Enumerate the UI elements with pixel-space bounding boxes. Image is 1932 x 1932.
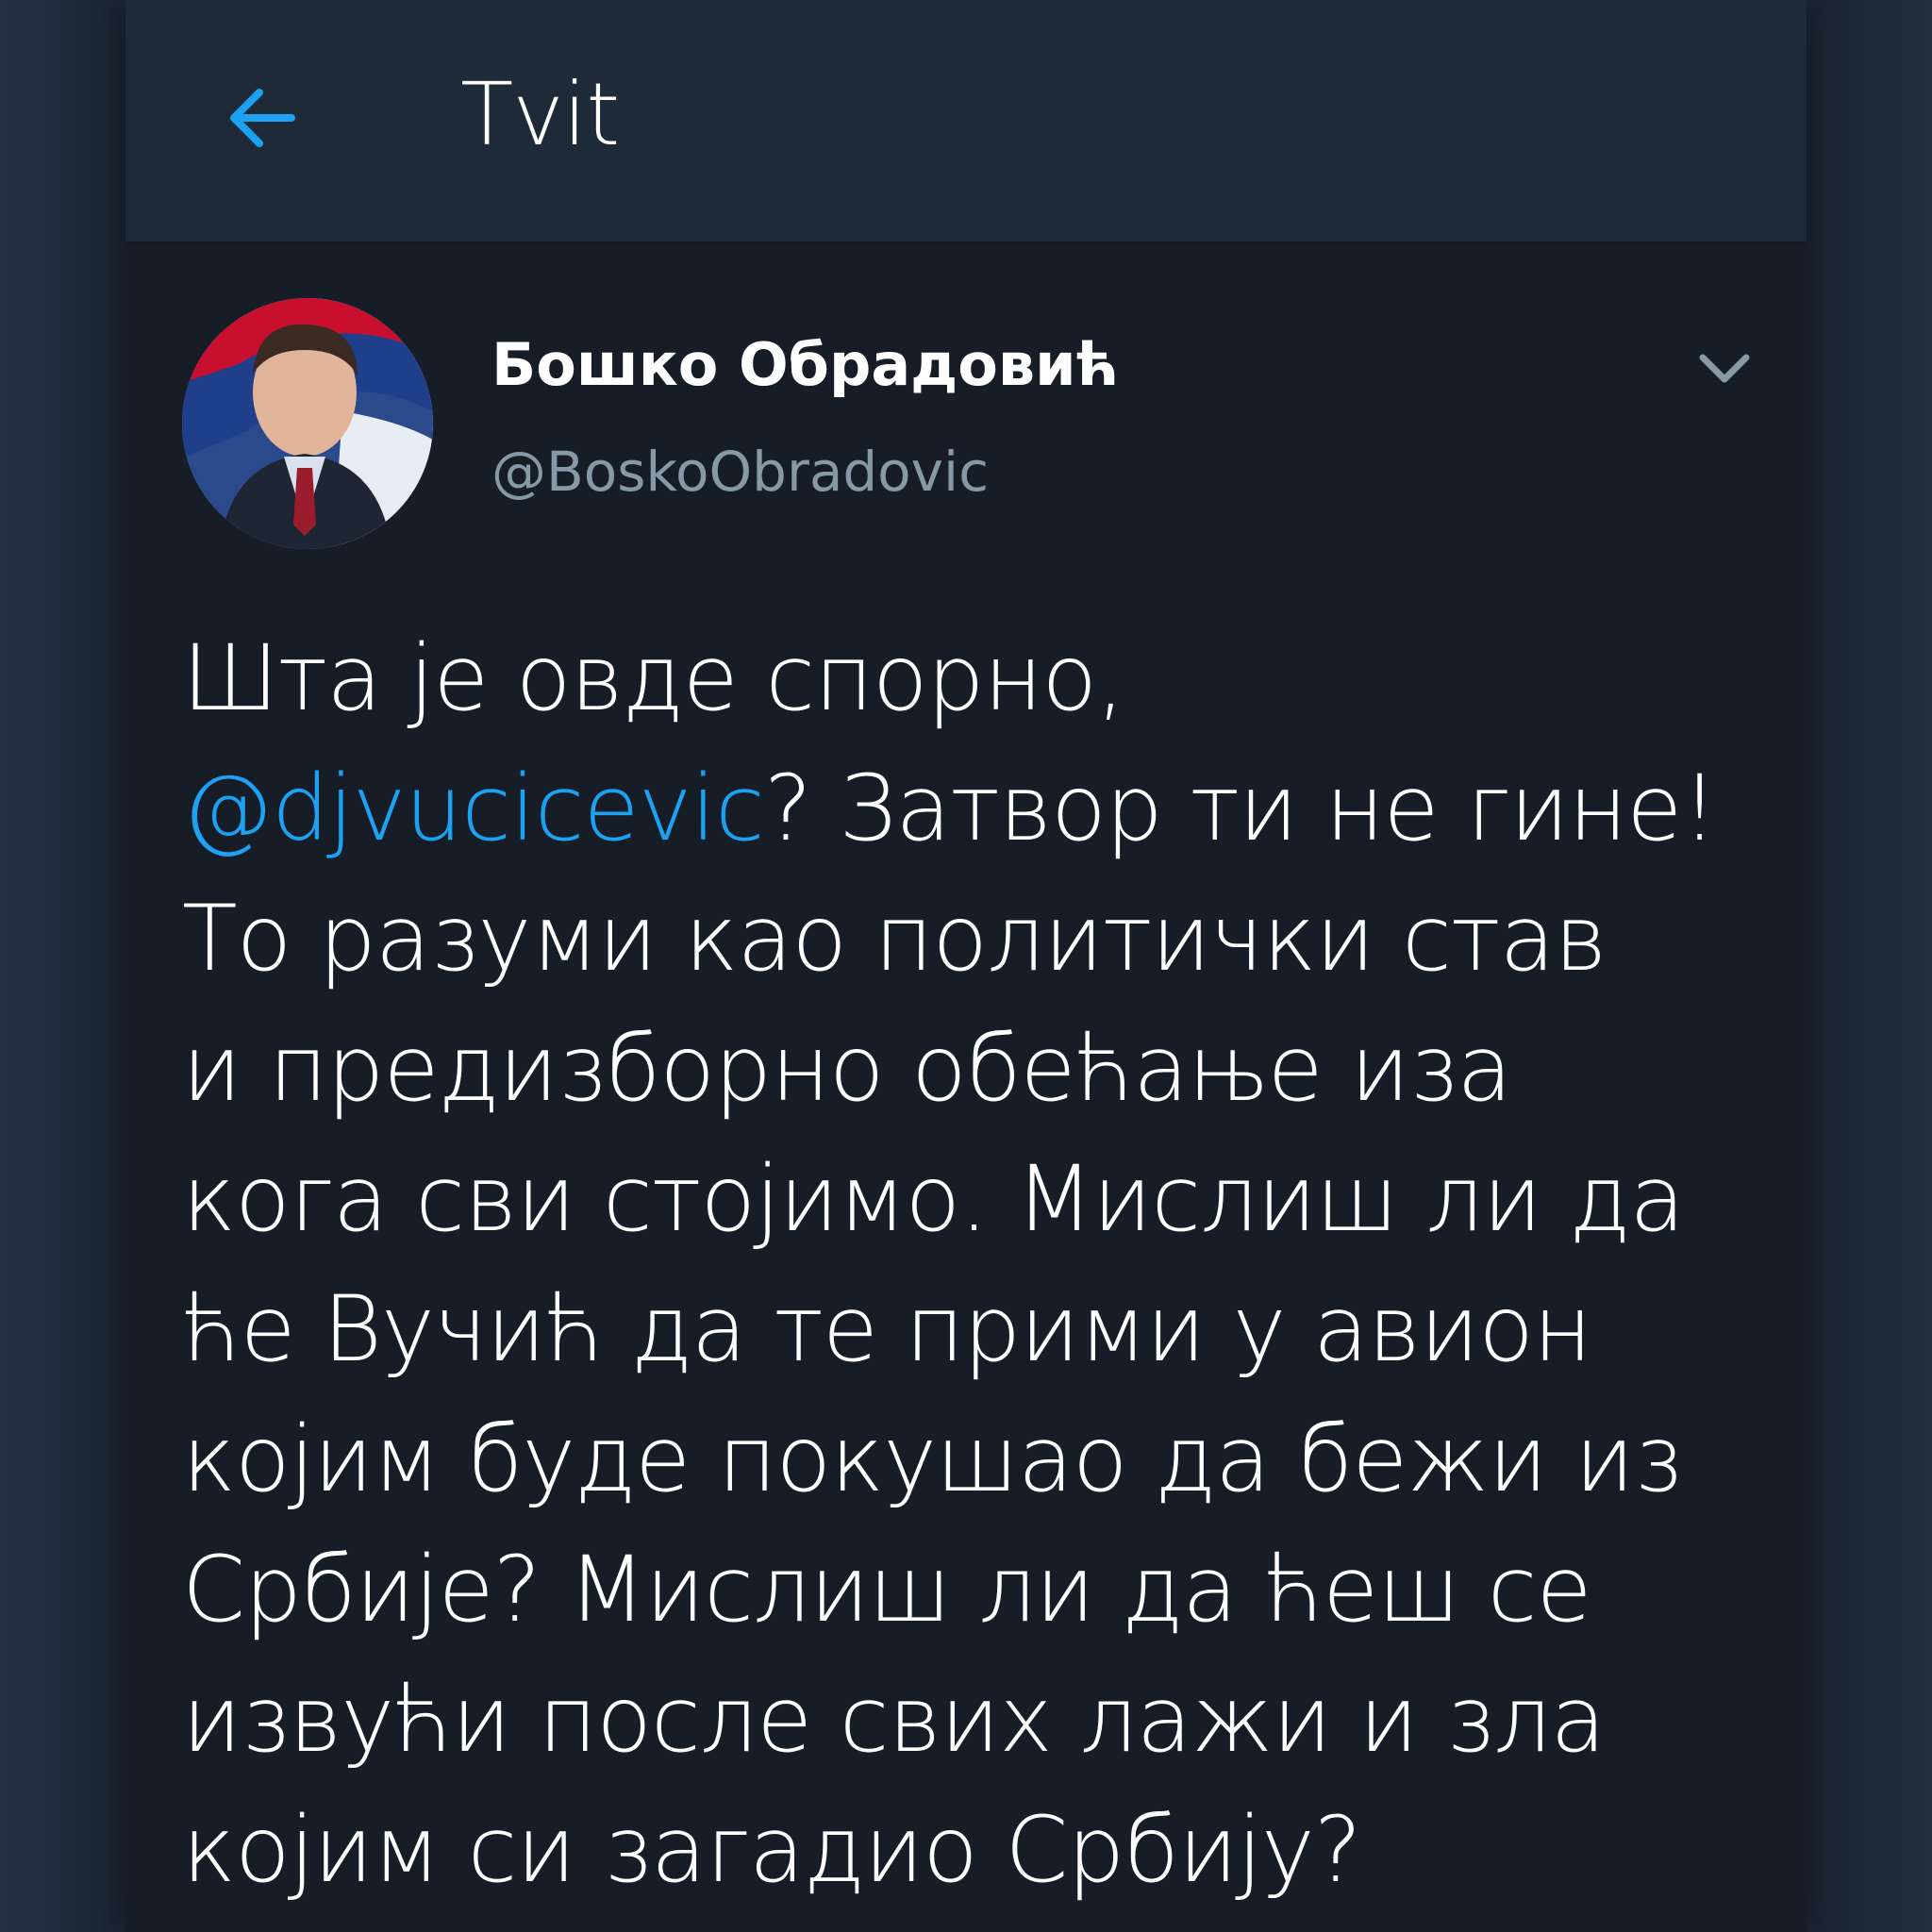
chevron-down-icon bbox=[1699, 354, 1750, 383]
author-handle[interactable]: @BoskoObradovic bbox=[491, 434, 989, 509]
tweet-line: којим буде покушао да бежи из bbox=[182, 1407, 1682, 1512]
author-name[interactable]: Бошко Обрадовић bbox=[491, 323, 1119, 408]
tweet-line: којим си загадио Србију? bbox=[182, 1797, 1362, 1903]
tweet-line: и предизборно обећање иза bbox=[182, 1016, 1512, 1122]
tweet-line-text: ? Затвор ти не гине! bbox=[763, 756, 1718, 861]
tweet-line: То разуми као политички став bbox=[182, 886, 1607, 991]
tweet-line: @djvucicevic? Затвор ти не гине! bbox=[182, 743, 1767, 874]
tweet-line: кога сви стојимо. Мислиш ли да bbox=[182, 1146, 1685, 1252]
tweet-line: Србије? Мислиш ли да ћеш се bbox=[182, 1537, 1592, 1642]
back-button[interactable] bbox=[210, 66, 314, 170]
tweet-line: Шта је овде спорно, bbox=[182, 625, 1125, 731]
profile-photo-icon bbox=[182, 298, 433, 549]
tweet-line: извући после свих лажи и зла bbox=[182, 1667, 1606, 1773]
avatar[interactable] bbox=[182, 298, 433, 549]
page-title: Tvit bbox=[460, 64, 620, 165]
tweet-line: ће Вучић да те прими у авион bbox=[182, 1276, 1592, 1382]
tweet-header: Бошко Обрадовић @BoskoObradovic bbox=[125, 283, 1807, 566]
arrow-left-icon bbox=[230, 89, 295, 147]
tweet-menu-button[interactable] bbox=[1691, 334, 1757, 400]
tweet-text: Шта је овде спорно, @djvucicevic? Затвор… bbox=[182, 613, 1767, 1915]
top-bar: Tvit bbox=[125, 0, 1807, 243]
mention-link[interactable]: @djvucicevic bbox=[182, 756, 765, 861]
app-screen: Tvit Бошко Обрадовић @BoskoObradovic Шта… bbox=[125, 0, 1807, 1932]
